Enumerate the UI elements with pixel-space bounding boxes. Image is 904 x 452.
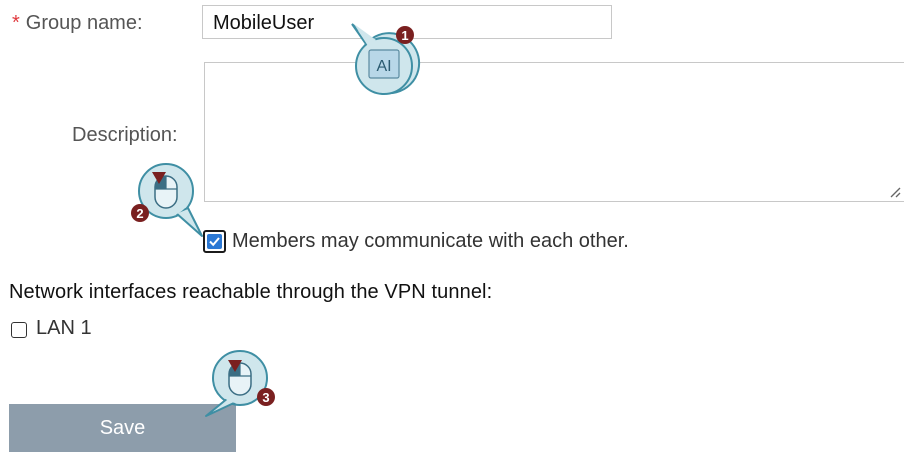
description-label: Description: <box>72 124 178 146</box>
svg-text:AI: AI <box>376 58 391 75</box>
lan1-checkbox[interactable] <box>11 322 27 338</box>
resize-grip-icon[interactable] <box>889 186 901 198</box>
callout-3: 3 <box>205 350 275 417</box>
lan1-label[interactable]: LAN 1 <box>36 317 92 340</box>
svg-text:1: 1 <box>401 28 408 43</box>
checkmark-icon <box>209 237 220 247</box>
svg-text:3: 3 <box>262 390 269 405</box>
svg-text:2: 2 <box>136 206 143 221</box>
callout-1: AI 1 <box>351 23 421 95</box>
group-name-label: * Group name: <box>12 12 143 34</box>
callout-2: 2 <box>131 163 203 237</box>
members-communicate-label[interactable]: Members may communicate with each other. <box>232 230 629 253</box>
required-marker: * <box>12 12 20 34</box>
network-interfaces-heading: Network interfaces reachable through the… <box>9 281 493 303</box>
mouse-click-icon <box>228 360 252 396</box>
text-cursor-icon: AI <box>368 49 400 79</box>
description-textarea[interactable] <box>204 62 904 202</box>
